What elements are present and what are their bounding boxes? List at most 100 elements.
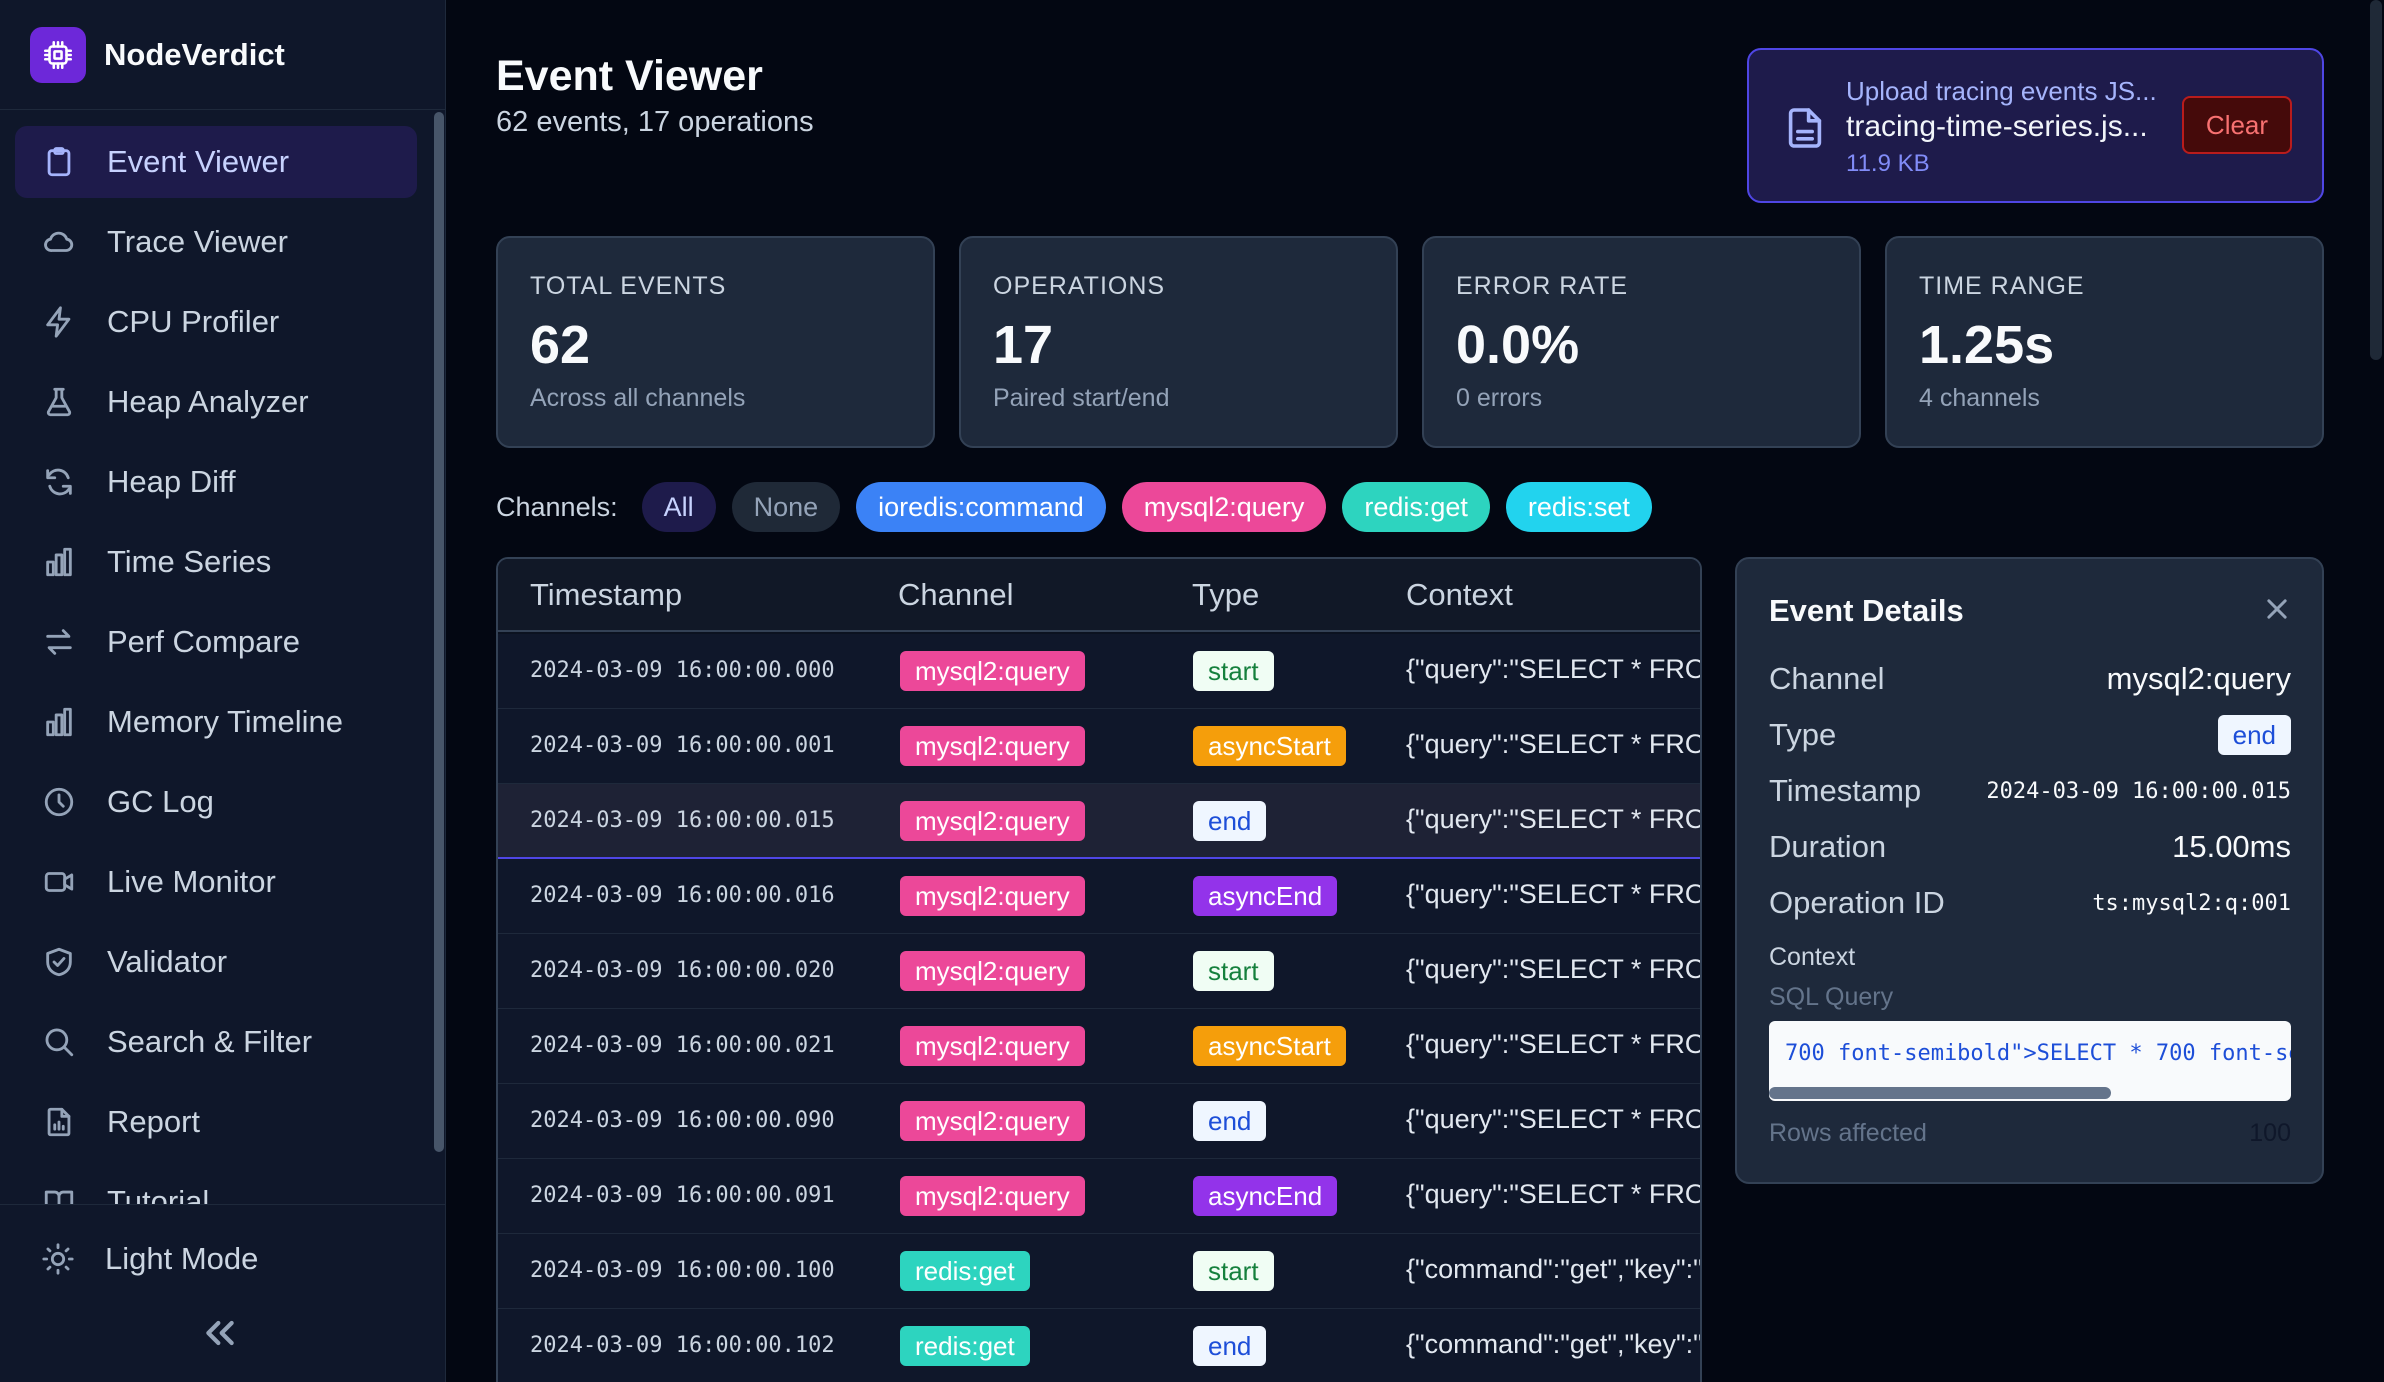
channel-chip-all[interactable]: All	[641, 482, 716, 532]
clear-button[interactable]: Clear	[2182, 96, 2292, 154]
sidebar-item-event-viewer[interactable]: Event Viewer	[15, 126, 417, 198]
sidebar-item-label: Trace Viewer	[107, 224, 288, 259]
column-header-timestamp[interactable]: Timestamp	[530, 577, 682, 613]
channel-chip-redis-get[interactable]: redis:get	[1342, 482, 1490, 532]
close-details-button[interactable]	[2263, 595, 2291, 623]
stat-card-total-events: TOTAL EVENTS 62 Across all channels	[496, 236, 935, 448]
row-context: {"query":"SELECT * FROM	[1406, 804, 1702, 834]
column-header-channel[interactable]: Channel	[898, 577, 1013, 613]
table-row[interactable]: 2024-03-09 16:00:00.016 mysql2:query async…	[498, 859, 1700, 934]
column-header-context[interactable]: Context	[1406, 577, 1513, 613]
collapse-sidebar-button[interactable]	[200, 1313, 240, 1353]
channel-chip-none[interactable]: None	[731, 482, 841, 532]
detail-value: mysql2:query	[2106, 661, 2291, 696]
sidebar-item-heap-diff[interactable]: Heap Diff	[15, 446, 417, 518]
details-title: Event Details	[1769, 593, 1964, 628]
sidebar-item-cpu-profiler[interactable]: CPU Profiler	[15, 286, 417, 358]
table-row[interactable]: 2024-03-09 16:00:00.091 mysql2:query async…	[498, 1159, 1702, 1234]
sql-horizontal-scrollbar[interactable]	[1769, 1087, 2111, 1099]
table-row[interactable]: 2024-03-09 16:00:00.102 redis:get end {"com…	[498, 1309, 1700, 1382]
shield-check-icon	[41, 944, 77, 980]
stat-label: TIME RANGE	[1919, 272, 2085, 300]
bar-chart-icon	[41, 704, 77, 740]
channel-badge: mysql2:query	[900, 651, 1085, 691]
refresh-icon	[41, 464, 77, 500]
event-details-panel: Event Details Channel mysql2:query Type …	[1735, 557, 2324, 1184]
sql-query-box[interactable]: 700 font-semibold">SELECT * 700 font-sem…	[1769, 1021, 2291, 1101]
main-scrollbar[interactable]	[2370, 0, 2382, 360]
clock-icon	[41, 784, 77, 820]
table-row[interactable]: 2024-03-09 16:00:00.015 mysql2:query end {"…	[498, 784, 1702, 859]
column-header-type[interactable]: Type	[1192, 577, 1259, 613]
sidebar-item-gc-log[interactable]: GC Log	[15, 766, 417, 838]
chevrons-left-icon	[206, 1320, 234, 1346]
table-row[interactable]: 2024-03-09 16:00:00.021 mysql2:query async…	[498, 1009, 1702, 1084]
sidebar-item-search-filter[interactable]: Search & Filter	[15, 1006, 417, 1078]
sidebar-item-label: Perf Compare	[107, 624, 300, 659]
rows-affected: Rows affected 100	[1769, 1119, 2291, 1148]
stat-card-error-rate: ERROR RATE 0.0% 0 errors	[1422, 236, 1861, 448]
sidebar-item-label: Search & Filter	[107, 1024, 313, 1059]
sidebar-item-label: Validator	[107, 944, 228, 979]
sidebar-item-live-monitor[interactable]: Live Monitor	[15, 846, 417, 918]
row-context: {"query":"SELECT * FROM	[1406, 1179, 1702, 1209]
chip-logo-icon	[30, 26, 86, 83]
sql-query-label: SQL Query	[1769, 983, 1894, 1011]
brand[interactable]: NodeVerdict	[0, 0, 445, 110]
sidebar-item-report[interactable]: Report	[15, 1086, 417, 1158]
sidebar-item-label: Report	[107, 1104, 201, 1139]
uploaded-filename: tracing-time-series.js...	[1846, 110, 2148, 143]
type-badge: start	[1193, 651, 1274, 691]
row-context: {"query":"SELECT * FROM	[1406, 1029, 1702, 1059]
stat-value: 17	[993, 315, 1054, 375]
file-icon	[1787, 108, 1823, 148]
stat-card-time-range: TIME RANGE 1.25s 4 channels	[1885, 236, 2324, 448]
sidebar-item-time-series[interactable]: Time Series	[15, 526, 417, 598]
file-upload-zone[interactable]: Upload tracing events JS... tracing-time…	[1747, 48, 2324, 203]
row-timestamp: 2024-03-09 16:00:00.021	[530, 1033, 835, 1058]
table-row[interactable]: 2024-03-09 16:00:00.000 mysql2:query start…	[498, 634, 1700, 709]
detail-value: ts:mysql2:q:001	[2092, 891, 2291, 916]
row-timestamp: 2024-03-09 16:00:00.001	[530, 733, 835, 758]
sidebar-item-tutorial[interactable]: Tutorial	[15, 1166, 417, 1206]
type-badge: start	[1193, 1251, 1274, 1291]
stat-value: 62	[530, 315, 591, 375]
sidebar-item-heap-analyzer[interactable]: Heap Analyzer	[15, 366, 417, 438]
detail-row-operation-id: Operation ID ts:mysql2:q:001	[1769, 879, 2291, 927]
sidebar-item-trace-viewer[interactable]: Trace Viewer	[15, 206, 417, 278]
table-row[interactable]: 2024-03-09 16:00:00.100 redis:get start {"c…	[498, 1234, 1702, 1309]
stat-label: ERROR RATE	[1456, 272, 1629, 300]
row-timestamp: 2024-03-09 16:00:00.100	[530, 1258, 835, 1283]
detail-value: 2024-03-09 16:00:00.015	[1986, 779, 2291, 804]
sidebar-item-label: Tutorial	[107, 1184, 210, 1206]
channel-chip-redis-set[interactable]: redis:set	[1505, 482, 1652, 532]
sidebar-item-perf-compare[interactable]: Perf Compare	[15, 606, 417, 678]
cloud-icon	[41, 224, 77, 260]
table-header: Timestamp Channel Type Context	[498, 559, 1700, 632]
type-badge: asyncEnd	[1193, 876, 1338, 916]
light-mode-toggle[interactable]: Light Mode	[15, 1223, 417, 1295]
channel-chip-ioredis-command[interactable]: ioredis:command	[856, 482, 1106, 532]
sidebar-item-validator[interactable]: Validator	[15, 926, 417, 998]
table-row[interactable]: 2024-03-09 16:00:00.001 mysql2:query async…	[498, 709, 1700, 784]
sidebar-nav: Event Viewer Trace Viewer CPU Profiler H…	[15, 126, 417, 1206]
channel-badge: mysql2:query	[900, 1176, 1085, 1216]
sidebar-item-label: Memory Timeline	[107, 704, 343, 739]
stat-sub: 4 channels	[1919, 384, 2040, 412]
channel-badge: mysql2:query	[900, 1101, 1085, 1141]
type-badge: asyncStart	[1193, 726, 1346, 766]
channel-filter: Channels: All None ioredis:command mysql2:q…	[496, 480, 1668, 534]
channel-chip-mysql2-query[interactable]: mysql2:query	[1121, 482, 1327, 532]
table-row[interactable]: 2024-03-09 16:00:00.090 mysql2:query end {"…	[498, 1084, 1700, 1159]
sidebar-scrollbar-thumb[interactable]	[434, 112, 444, 1152]
stat-value: 1.25s	[1919, 315, 2055, 375]
row-context: {"query":"SELECT * FROM	[1406, 954, 1702, 984]
row-context: {"command":"get","key":"s	[1406, 1254, 1702, 1284]
sidebar-scrollbar[interactable]	[434, 112, 444, 1152]
search-icon	[41, 1024, 77, 1060]
sidebar-item-memory-timeline[interactable]: Memory Timeline	[15, 686, 417, 758]
table-row[interactable]: 2024-03-09 16:00:00.020 mysql2:query start…	[498, 934, 1702, 1009]
rows-affected-label: Rows affected	[1769, 1119, 1927, 1147]
detail-key: Duration	[1769, 829, 1887, 864]
flask-icon	[41, 384, 77, 420]
